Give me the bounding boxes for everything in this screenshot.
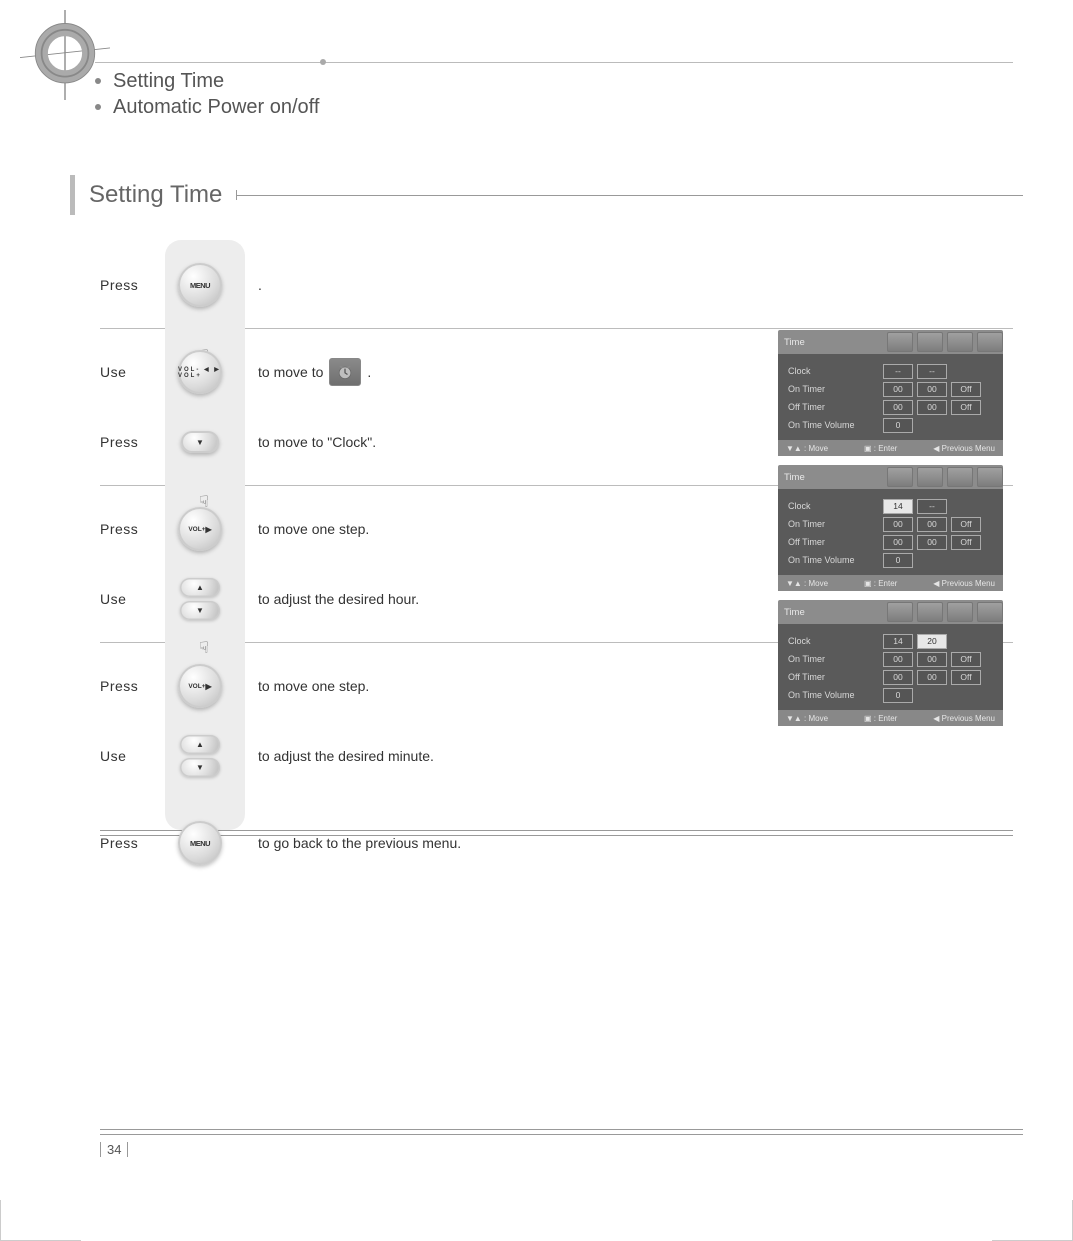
top-horizontal-rule	[95, 62, 1013, 63]
step-text-post: .	[367, 364, 371, 380]
step-action: Press	[100, 277, 160, 293]
step-action: Press	[100, 521, 160, 537]
step-action: Use	[100, 591, 160, 607]
steps-list: Press MENU . Use VOL- ◀ ▶ VOL+ to move t…	[100, 250, 1013, 878]
down-button-icon	[181, 431, 219, 453]
rule-dot	[320, 59, 326, 65]
section-title: Setting Time	[89, 181, 222, 209]
step-text: to move to "Clock".	[258, 434, 376, 450]
vol-left-right-button-icon: VOL- ◀ ▶ VOL+	[178, 350, 222, 394]
crop-mark	[992, 1200, 1073, 1241]
clock-tab-icon	[329, 358, 361, 386]
step-row: Press VOL+ to move one step.	[100, 494, 1013, 564]
step-text: to adjust the desired hour.	[258, 591, 419, 607]
page-number: 34	[100, 1142, 128, 1157]
section-heading: Setting Time	[70, 175, 1023, 215]
step-action: Press	[100, 434, 160, 450]
step-text: to adjust the desired minute.	[258, 748, 434, 764]
up-down-button-icon	[178, 734, 222, 778]
step-action: Use	[100, 364, 160, 380]
step-text: to move one step.	[258, 521, 369, 537]
step-row: Press MENU .	[100, 250, 1013, 320]
osd-value: 14	[883, 634, 913, 649]
step-text: .	[258, 277, 262, 293]
step-row: Press VOL+ to move one step.	[100, 651, 1013, 721]
step-text: to go back to the previous menu.	[258, 835, 461, 851]
menu-button-icon: MENU	[178, 263, 222, 307]
toc: Setting Time Automatic Power on/off	[95, 68, 319, 120]
crop-mark	[0, 1200, 81, 1241]
osd-row-label: Clock	[788, 636, 883, 646]
step-action: Press	[100, 835, 160, 851]
step-action: Press	[100, 678, 160, 694]
step-text-pre: to move to	[258, 364, 323, 380]
step-action: Use	[100, 748, 160, 764]
step-row: Use to adjust the desired hour.	[100, 564, 1013, 634]
up-down-button-icon	[178, 577, 222, 621]
step-row: Use VOL- ◀ ▶ VOL+ to move to .	[100, 337, 1013, 407]
step-row: Press to move to "Clock".	[100, 407, 1013, 477]
vol-right-button-icon: VOL+	[178, 664, 222, 708]
page-footer: 34	[100, 1129, 1023, 1159]
step-row: Press MENU to go back to the previous me…	[100, 808, 1013, 878]
step-row: Use to adjust the desired minute.	[100, 721, 1013, 791]
step-text: to move one step.	[258, 678, 369, 694]
toc-item-2: Automatic Power on/off	[113, 94, 319, 120]
toc-item-1: Setting Time	[113, 68, 224, 94]
menu-button-icon: MENU	[178, 821, 222, 865]
vol-right-button-icon: VOL+	[178, 507, 222, 551]
osd-value: 20	[917, 634, 947, 649]
